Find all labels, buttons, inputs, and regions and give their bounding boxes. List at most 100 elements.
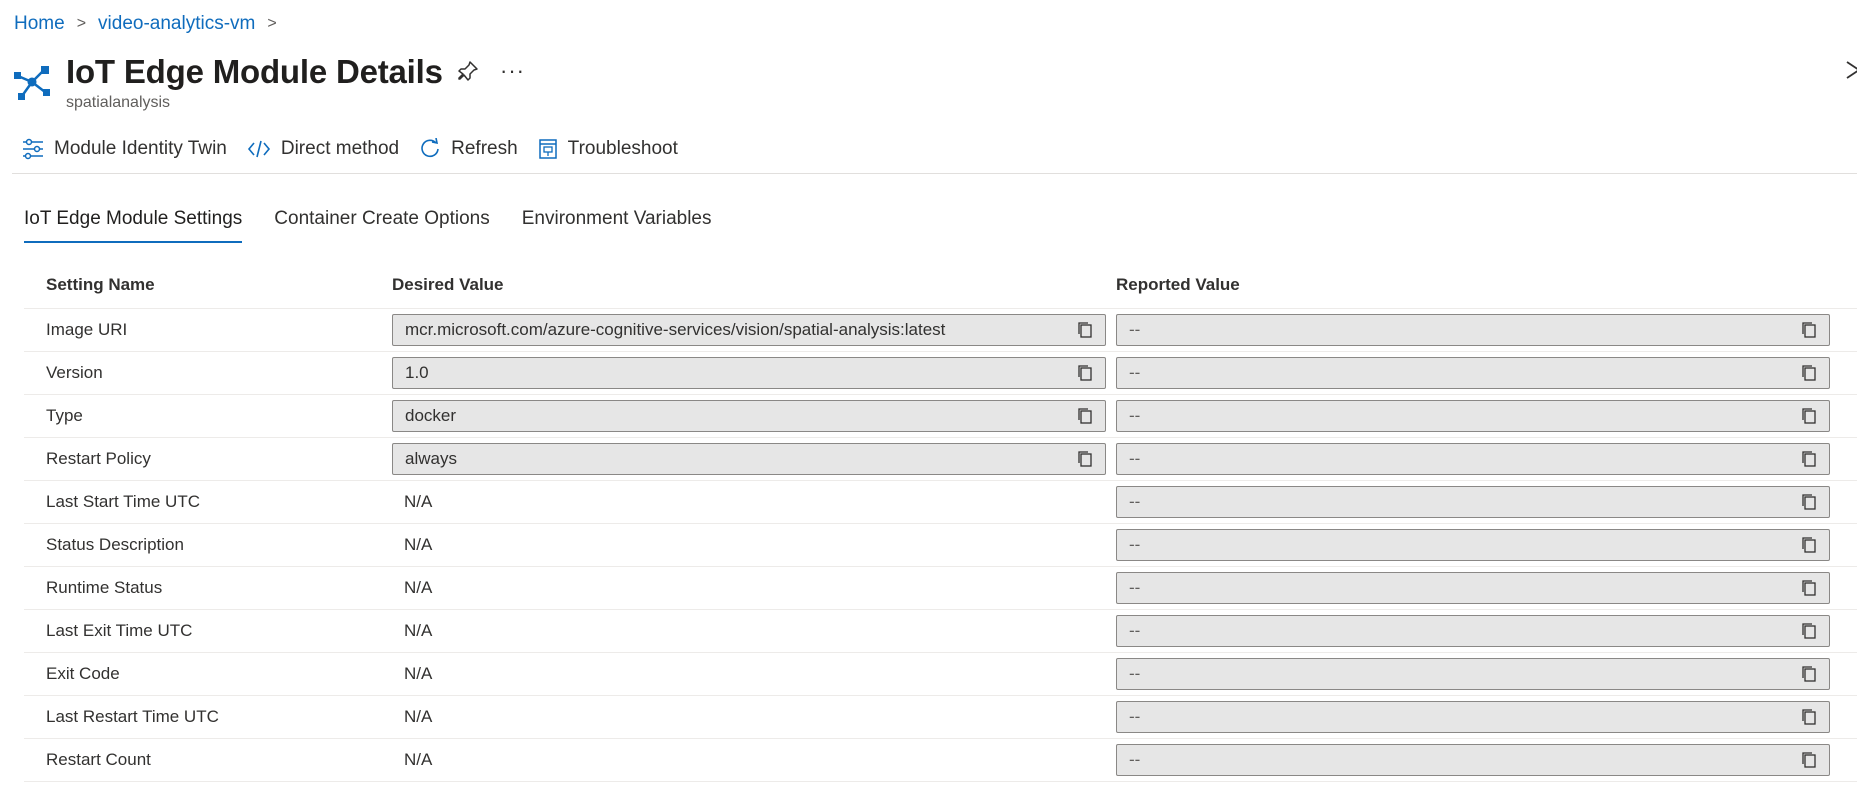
module-settings-table: Setting Name Desired Value Reported Valu… (24, 262, 1857, 782)
copy-icon[interactable] (1801, 493, 1817, 511)
column-header-setting-name: Setting Name (46, 275, 155, 294)
desired-value-cell: N/A (392, 664, 1116, 684)
reported-value-text: -- (1129, 406, 1141, 425)
setting-name-cell: Version (46, 363, 103, 382)
desired-value-text: N/A (404, 621, 433, 640)
setting-name-cell: Last Exit Time UTC (46, 621, 193, 640)
table-row: Restart Count N/A -- (24, 739, 1857, 782)
desired-value-cell: docker (392, 400, 1116, 432)
page-header: IoT Edge Module Details spatialanalysis (12, 52, 443, 112)
reported-value-cell: -- (1116, 701, 1830, 733)
setting-name-cell: Status Description (46, 535, 184, 554)
copy-icon[interactable] (1801, 579, 1817, 597)
table-row: Status Description N/A -- (24, 524, 1857, 567)
copy-icon[interactable] (1801, 708, 1817, 726)
direct-method-button[interactable]: Direct method (247, 138, 399, 160)
column-header-reported-value: Reported Value (1116, 275, 1240, 294)
table-row: Type docker -- (24, 395, 1857, 438)
table-row: Last Exit Time UTC N/A -- (24, 610, 1857, 653)
tab-list: IoT Edge Module Settings Container Creat… (24, 208, 744, 243)
settings-sliders-icon (23, 138, 43, 160)
table-row: Runtime Status N/A -- (24, 567, 1857, 610)
table-row: Image URI mcr.microsoft.com/azure-cogniti… (24, 309, 1857, 352)
desired-value-text: N/A (404, 664, 433, 683)
reported-value-field[interactable]: -- (1116, 486, 1830, 518)
copy-icon[interactable] (1801, 321, 1817, 339)
setting-name-cell: Runtime Status (46, 578, 163, 597)
desired-value-cell: N/A (392, 621, 1116, 641)
desired-value-text: docker (405, 406, 457, 425)
reported-value-field[interactable]: -- (1116, 744, 1830, 776)
module-identity-twin-button[interactable]: Module Identity Twin (22, 138, 227, 160)
reported-value-text: -- (1129, 492, 1141, 511)
reported-value-text: -- (1129, 320, 1141, 339)
reported-value-field[interactable]: -- (1116, 701, 1830, 733)
copy-icon[interactable] (1077, 450, 1093, 468)
toolbar-divider (12, 173, 1857, 174)
refresh-icon (421, 138, 439, 158)
refresh-button[interactable]: Refresh (419, 138, 518, 160)
pin-icon[interactable] (456, 59, 480, 83)
copy-icon[interactable] (1801, 751, 1817, 769)
troubleshoot-button[interactable]: Troubleshoot (538, 138, 678, 160)
desired-value-cell: N/A (392, 707, 1116, 727)
copy-icon[interactable] (1801, 407, 1817, 425)
code-icon (247, 140, 270, 158)
setting-name-cell: Image URI (46, 320, 128, 339)
copy-icon[interactable] (1801, 450, 1817, 468)
copy-icon[interactable] (1801, 364, 1817, 382)
copy-icon[interactable] (1801, 665, 1817, 683)
breadcrumb: Home > video-analytics-vm > (14, 13, 289, 35)
column-header-desired-value: Desired Value (392, 275, 504, 294)
copy-icon[interactable] (1077, 321, 1093, 339)
reported-value-text: -- (1129, 621, 1141, 640)
desired-value-text: N/A (404, 535, 433, 554)
desired-value-field[interactable]: always (392, 443, 1106, 475)
desired-value-text: mcr.microsoft.com/azure-cognitive-servic… (405, 320, 946, 339)
setting-name-cell: Restart Count (46, 750, 151, 769)
reported-value-cell: -- (1116, 357, 1830, 389)
toolbar: Module Identity Twin Direct method Refre… (22, 138, 698, 160)
breadcrumb-vm-link[interactable]: video-analytics-vm (98, 13, 255, 35)
breadcrumb-home-link[interactable]: Home (14, 13, 65, 35)
table-header: Setting Name Desired Value Reported Valu… (24, 262, 1857, 309)
close-icon[interactable] (1843, 58, 1857, 82)
tab-iot-edge-module-settings[interactable]: IoT Edge Module Settings (24, 208, 243, 243)
reported-value-field[interactable]: -- (1116, 615, 1830, 647)
page-title: IoT Edge Module Details (66, 53, 443, 90)
desired-value-field[interactable]: docker (392, 400, 1106, 432)
copy-icon[interactable] (1077, 407, 1093, 425)
tab-container-create-options[interactable]: Container Create Options (274, 208, 489, 243)
reported-value-field[interactable]: -- (1116, 443, 1830, 475)
table-row: Last Start Time UTC N/A -- (24, 481, 1857, 524)
setting-name-cell: Restart Policy (46, 449, 151, 468)
module-identity-twin-label: Module Identity Twin (54, 138, 227, 159)
setting-name-cell: Last Restart Time UTC (46, 707, 219, 726)
desired-value-field[interactable]: mcr.microsoft.com/azure-cognitive-servic… (392, 314, 1106, 346)
table-row: Version 1.0 -- (24, 352, 1857, 395)
copy-icon[interactable] (1077, 364, 1093, 382)
reported-value-field[interactable]: -- (1116, 357, 1830, 389)
reported-value-field[interactable]: -- (1116, 572, 1830, 604)
chevron-right-icon: > (267, 15, 277, 32)
copy-icon[interactable] (1801, 622, 1817, 640)
refresh-label: Refresh (451, 138, 518, 159)
reported-value-field[interactable]: -- (1116, 314, 1830, 346)
reported-value-field[interactable]: -- (1116, 658, 1830, 690)
reported-value-cell: -- (1116, 486, 1830, 518)
reported-value-cell: -- (1116, 572, 1830, 604)
copy-icon[interactable] (1801, 536, 1817, 554)
tab-environment-variables[interactable]: Environment Variables (522, 208, 712, 243)
reported-value-cell: -- (1116, 658, 1830, 690)
reported-value-field[interactable]: -- (1116, 400, 1830, 432)
chevron-right-icon: > (76, 15, 87, 32)
desired-value-text: N/A (404, 707, 433, 726)
reported-value-field[interactable]: -- (1116, 529, 1830, 561)
direct-method-label: Direct method (280, 138, 400, 159)
more-options-button[interactable]: ··· (500, 58, 525, 84)
reported-value-text: -- (1129, 535, 1141, 554)
desired-value-cell: N/A (392, 535, 1116, 555)
desired-value-field[interactable]: 1.0 (392, 357, 1106, 389)
desired-value-text: 1.0 (405, 363, 429, 382)
desired-value-cell: 1.0 (392, 357, 1116, 389)
